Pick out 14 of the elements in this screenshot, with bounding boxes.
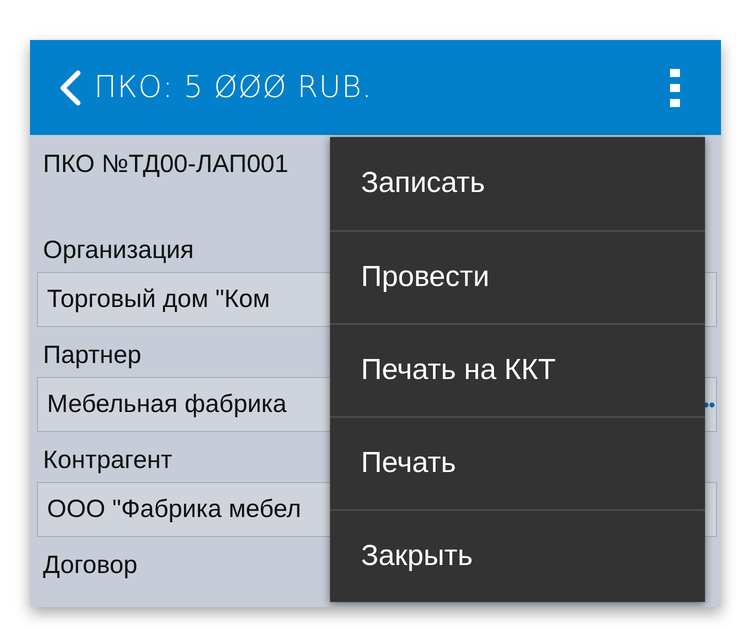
screen-title: ПКО: 5 ØØØ RUB. xyxy=(94,69,372,107)
field-label: Партнер xyxy=(43,340,142,370)
menu-item[interactable]: Печать xyxy=(330,416,705,509)
back-icon[interactable] xyxy=(58,68,82,106)
field-label: Контрагент xyxy=(43,445,172,475)
field-label: Договор xyxy=(43,550,138,580)
document-title: ПКО №ТД00-ЛАП001 xyxy=(43,149,290,179)
menu-item[interactable]: Закрыть xyxy=(330,509,705,602)
menu-item[interactable]: Провести xyxy=(330,230,705,323)
menu-item[interactable]: Печать на ККТ xyxy=(330,323,705,416)
more-icon[interactable] xyxy=(669,68,681,108)
menu-item[interactable]: Записать xyxy=(330,137,705,230)
field-label: Организация xyxy=(43,235,194,265)
dots-icon[interactable] xyxy=(703,402,715,408)
